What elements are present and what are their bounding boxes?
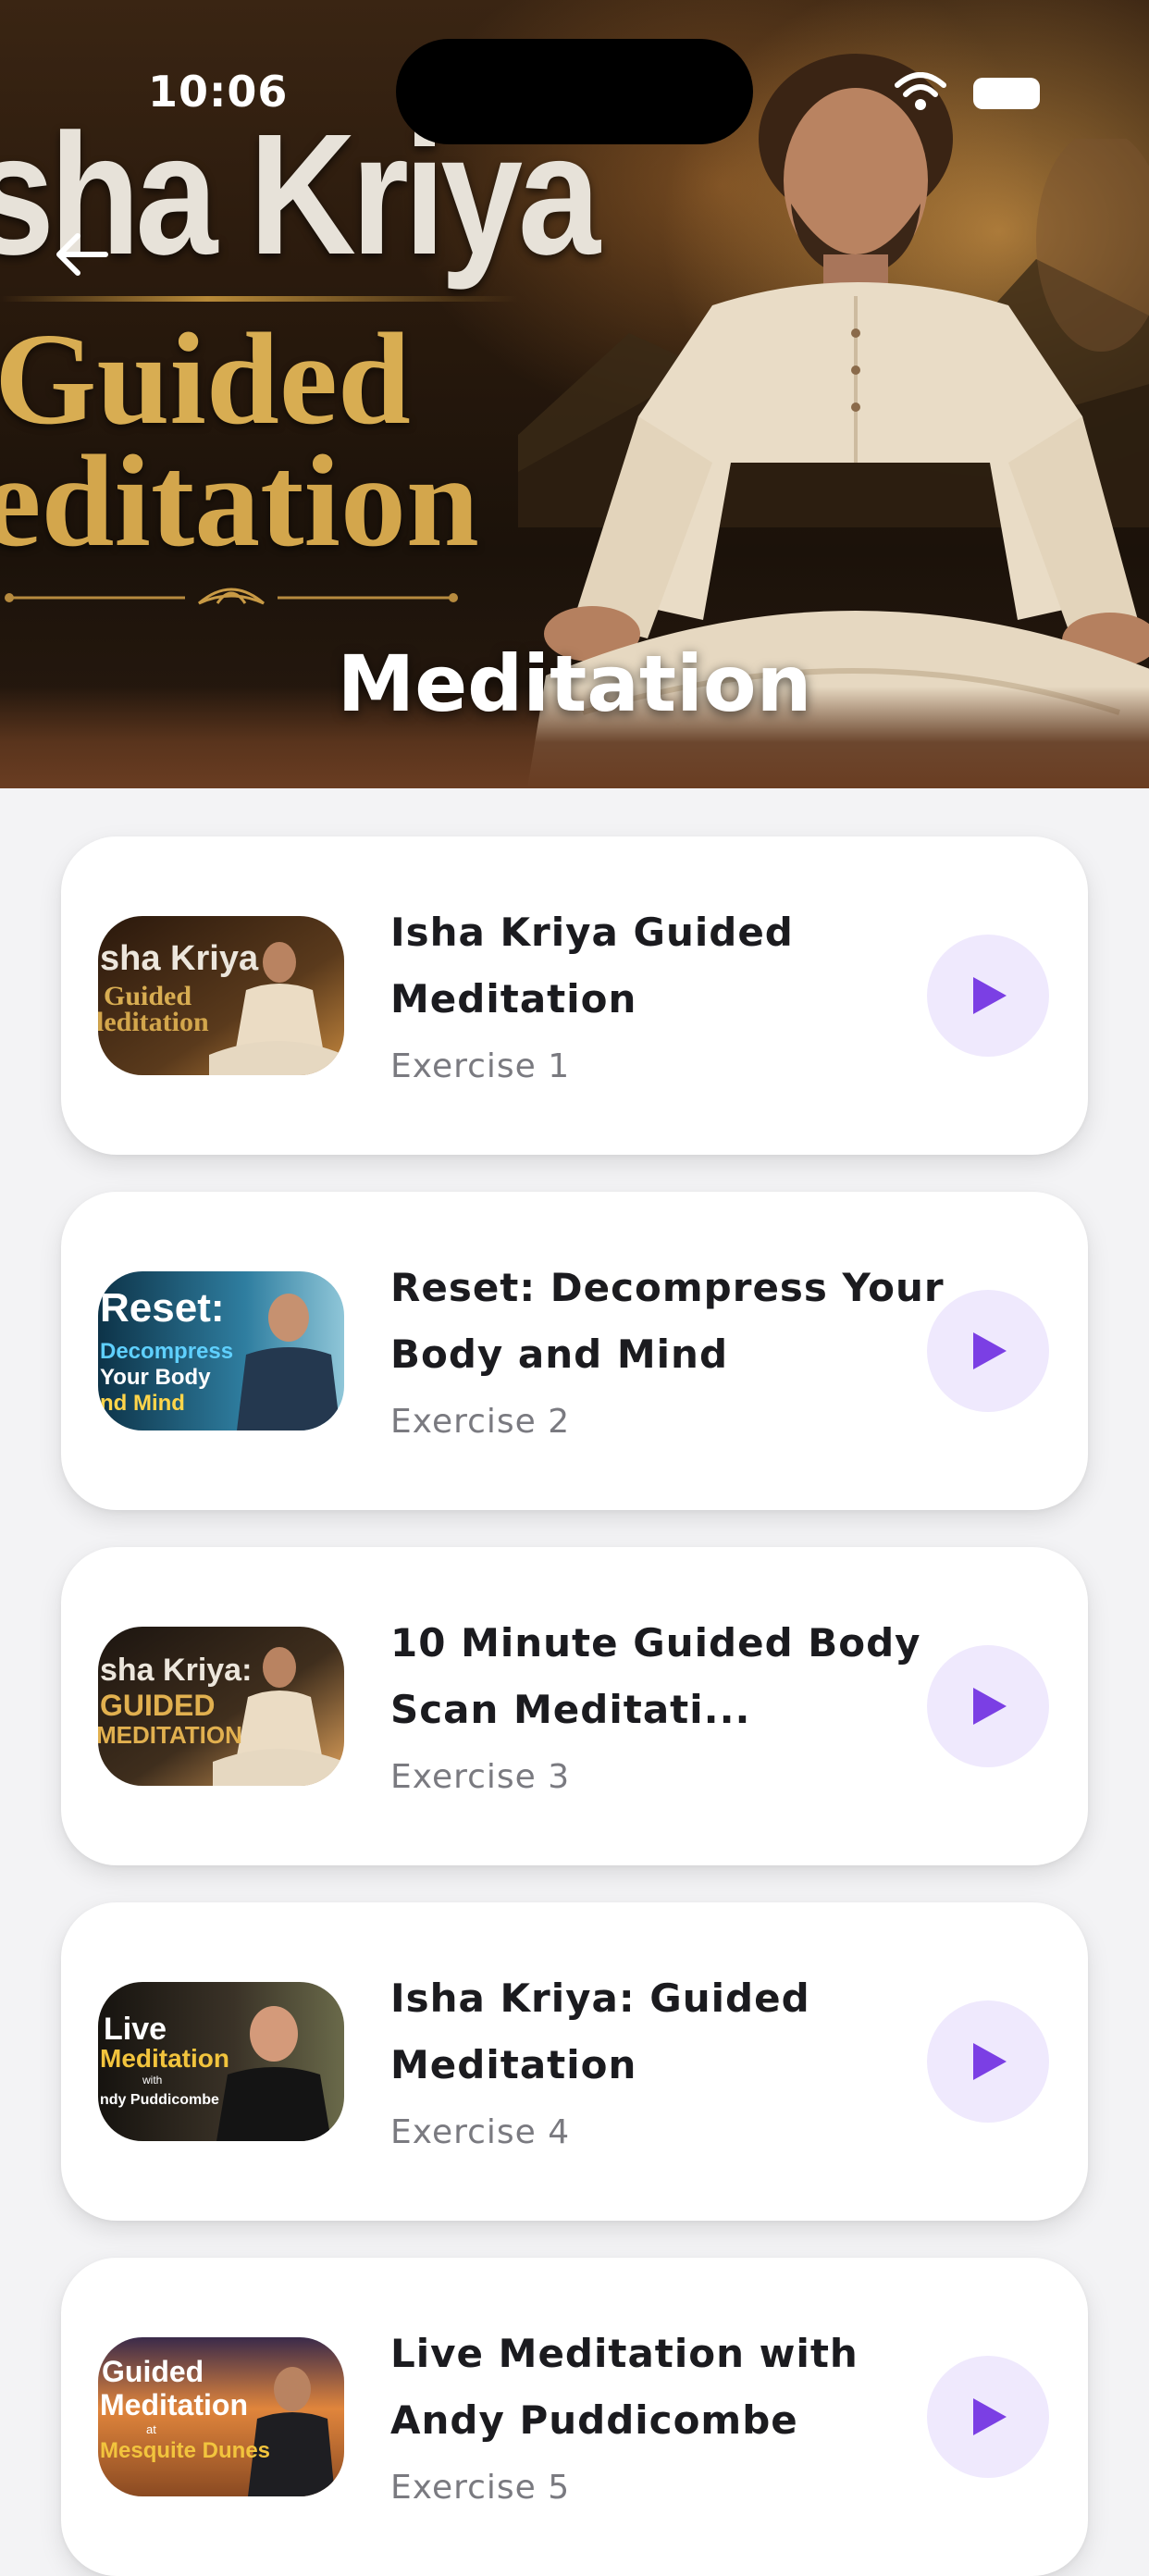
exercise-list: sha Kriya Guided leditation Isha Kriya G… [0, 788, 1149, 2576]
status-time: 10:06 [148, 67, 289, 117]
exercise-subtitle: Exercise 4 [390, 2113, 571, 2151]
play-icon [973, 1332, 1007, 1369]
hero-banner: sha Kriya Guided leditation Me [0, 0, 1149, 788]
exercise-subtitle: Exercise 2 [390, 1403, 571, 1441]
svg-text:Meditation: Meditation [100, 2044, 229, 2073]
svg-text:Reset:: Reset: [100, 1285, 225, 1331]
ornament-divider-icon [5, 588, 458, 605]
back-arrow-icon[interactable] [54, 231, 109, 278]
exercise-title: Live Meditation with Andy Puddicombe [390, 2331, 859, 2443]
play-icon [973, 977, 1007, 1014]
exercise-thumbnail: Reset: Decompress Your Body nd Mind [98, 1271, 344, 1430]
play-button[interactable] [927, 935, 1049, 1057]
play-button[interactable] [927, 2000, 1049, 2123]
svg-text:nd Mind: nd Mind [100, 1391, 185, 1416]
exercise-card-3[interactable]: sha Kriya: GUIDED MEDITATION 10 Minute G… [61, 1547, 1088, 1865]
exercise-thumbnail: sha Kriya Guided leditation [98, 916, 344, 1075]
play-button[interactable] [927, 1290, 1049, 1412]
exercise-thumbnail: sha Kriya: GUIDED MEDITATION [98, 1627, 344, 1786]
play-icon [973, 1688, 1007, 1725]
exercise-title: Isha Kriya Guided Meditation [390, 910, 794, 1022]
svg-text:Live: Live [104, 2012, 167, 2047]
play-icon [973, 2398, 1007, 2435]
page-title: Meditation [337, 638, 812, 729]
exercise-thumbnail: Live Meditation with ndy Puddicombe [98, 1982, 344, 2141]
svg-text:GUIDED: GUIDED [100, 1689, 215, 1722]
play-button[interactable] [927, 1645, 1049, 1767]
exercise-card-1[interactable]: sha Kriya Guided leditation Isha Kriya G… [61, 836, 1088, 1155]
exercise-title: Isha Kriya: Guided Meditation [390, 1975, 810, 2087]
exercise-card-5[interactable]: Guided Meditation at Mesquite Dunes Live… [61, 2258, 1088, 2576]
svg-text:Meditation: Meditation [100, 2388, 248, 2421]
svg-text:Your Body: Your Body [100, 1365, 211, 1390]
battery-icon [973, 78, 1040, 109]
wifi-icon [895, 72, 946, 110]
svg-text:Decompress: Decompress [100, 1339, 233, 1364]
exercise-subtitle: Exercise 3 [390, 1758, 571, 1796]
hero-title-line-3: leditation [0, 427, 479, 574]
exercise-card-2[interactable]: Reset: Decompress Your Body nd Mind Rese… [61, 1192, 1088, 1510]
svg-text:MEDITATION: MEDITATION [98, 1721, 242, 1749]
exercise-thumbnail: Guided Meditation at Mesquite Dunes [98, 2337, 344, 2496]
exercise-card-4[interactable]: Live Meditation with ndy Puddicombe Isha… [61, 1902, 1088, 2221]
exercise-subtitle: Exercise 1 [390, 1047, 571, 1085]
play-button[interactable] [927, 2356, 1049, 2478]
dynamic-island [396, 39, 753, 144]
thumb-text: sha Kriya [100, 939, 259, 978]
exercise-subtitle: Exercise 5 [390, 2469, 571, 2507]
play-icon [973, 2043, 1007, 2080]
svg-text:sha Kriya:: sha Kriya: [100, 1653, 252, 1688]
exercise-title: Reset: Decompress Your Body and Mind [390, 1265, 945, 1377]
svg-text:Mesquite Dunes: Mesquite Dunes [100, 2438, 270, 2463]
svg-text:Guided: Guided [102, 2355, 204, 2388]
svg-text:ndy Puddicombe: ndy Puddicombe [100, 2092, 219, 2108]
svg-text:with: with [142, 2074, 162, 2087]
svg-text:at: at [146, 2422, 156, 2436]
svg-text:leditation: leditation [98, 1007, 209, 1037]
exercise-title: 10 Minute Guided Body Scan Meditati... [390, 1620, 921, 1732]
hero-title-line-2: Guided [0, 305, 411, 452]
